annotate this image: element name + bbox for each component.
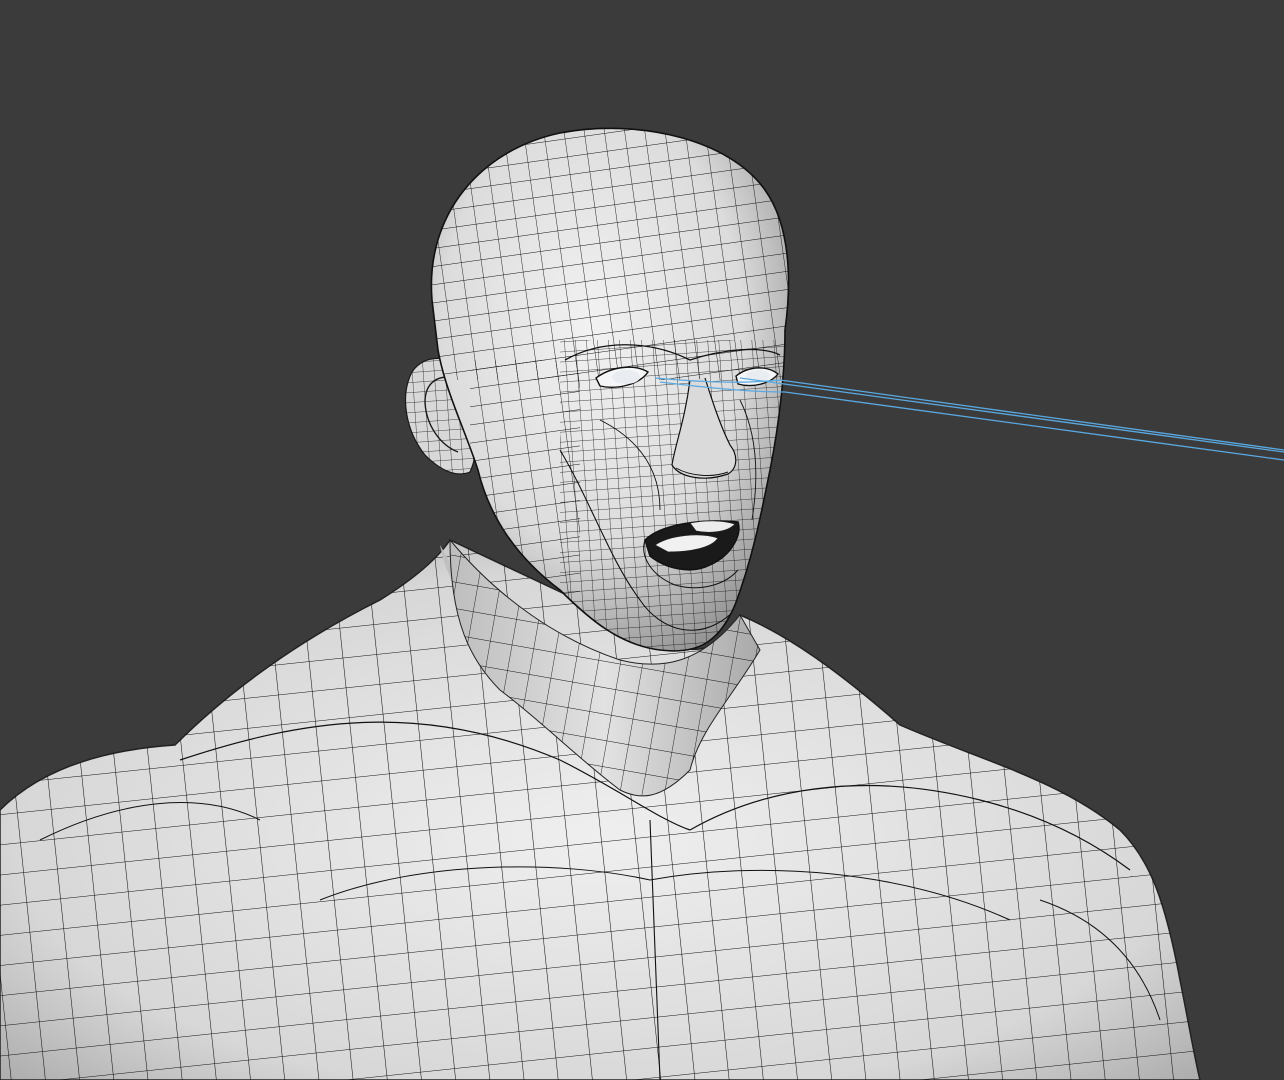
wireframe-render: [0, 0, 1284, 1080]
3d-viewport[interactable]: [0, 0, 1284, 1080]
